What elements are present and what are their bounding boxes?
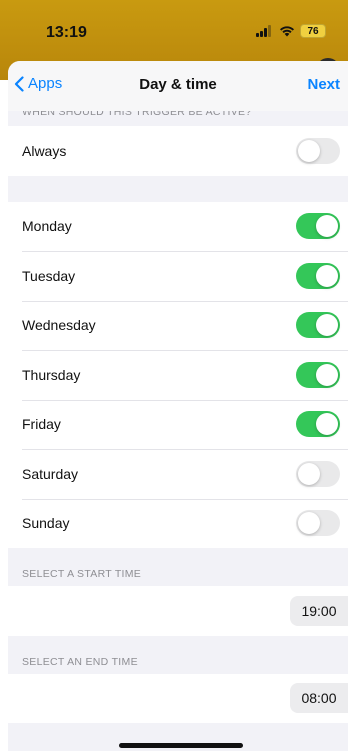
always-group: Always bbox=[8, 126, 348, 176]
saturday-toggle[interactable] bbox=[296, 460, 340, 487]
sunday-toggle[interactable] bbox=[296, 510, 340, 537]
battery-icon: 76 bbox=[300, 24, 326, 38]
toggle-knob bbox=[298, 462, 320, 485]
start-time-picker[interactable]: 19:00 bbox=[290, 595, 348, 626]
friday-toggle[interactable] bbox=[296, 411, 340, 438]
toggle-knob bbox=[316, 363, 338, 386]
next-button[interactable]: Next bbox=[307, 76, 340, 93]
day-label: Monday bbox=[22, 218, 72, 235]
day-row-friday: Friday bbox=[8, 399, 348, 450]
monday-toggle[interactable] bbox=[296, 213, 340, 240]
day-row-wednesday: Wednesday bbox=[8, 300, 348, 351]
day-label: Wednesday bbox=[22, 317, 96, 334]
day-row-thursday: Thursday bbox=[8, 350, 348, 400]
thursday-toggle[interactable] bbox=[296, 361, 340, 388]
navigation-bar: Apps Day & time Next bbox=[8, 61, 348, 111]
page-title: Day & time bbox=[139, 76, 217, 93]
home-indicator bbox=[119, 743, 243, 748]
always-toggle[interactable] bbox=[296, 137, 340, 164]
day-label: Sunday bbox=[22, 515, 70, 532]
status-time: 13:19 bbox=[46, 24, 87, 41]
toggle-knob bbox=[298, 512, 320, 535]
always-label: Always bbox=[22, 142, 67, 159]
day-label: Thursday bbox=[22, 366, 81, 383]
settings-sheet: Apps Day & time Next WHEN SHOULD THIS TR… bbox=[8, 61, 348, 751]
tuesday-toggle[interactable] bbox=[296, 262, 340, 289]
toggle-knob bbox=[298, 139, 320, 162]
day-row-saturday: Saturday bbox=[8, 449, 348, 499]
end-time-picker[interactable]: 08:00 bbox=[290, 683, 348, 714]
day-row-sunday: Sunday bbox=[8, 498, 348, 549]
always-row: Always bbox=[8, 126, 348, 176]
toggle-knob bbox=[316, 215, 338, 238]
end-time-row: 08:00 bbox=[8, 674, 348, 724]
toggle-knob bbox=[316, 413, 338, 436]
day-label: Tuesday bbox=[22, 267, 76, 284]
days-group: Monday Tuesday Wednesday Thursday Friday… bbox=[8, 201, 348, 549]
start-time-group: 19:00 bbox=[8, 586, 348, 636]
end-time-group: 08:00 bbox=[8, 673, 348, 724]
end-time-section-header: SELECT AN END TIME bbox=[22, 655, 138, 668]
start-time-row: 19:00 bbox=[8, 586, 348, 636]
day-label: Saturday bbox=[22, 465, 79, 482]
day-row-tuesday: Tuesday bbox=[8, 251, 348, 301]
wednesday-toggle[interactable] bbox=[296, 312, 340, 339]
toggle-knob bbox=[316, 314, 338, 337]
screen: 13:19 76 Apps Day & time Next WHEN SHOUL… bbox=[0, 0, 348, 751]
toggle-knob bbox=[316, 264, 338, 287]
start-time-section-header: SELECT A START TIME bbox=[22, 568, 142, 580]
day-row-monday: Monday bbox=[8, 202, 348, 252]
status-indicators: 76 bbox=[256, 24, 326, 38]
cellular-signal-icon bbox=[256, 25, 274, 37]
day-label: Friday bbox=[22, 416, 61, 433]
wifi-icon bbox=[279, 25, 295, 37]
